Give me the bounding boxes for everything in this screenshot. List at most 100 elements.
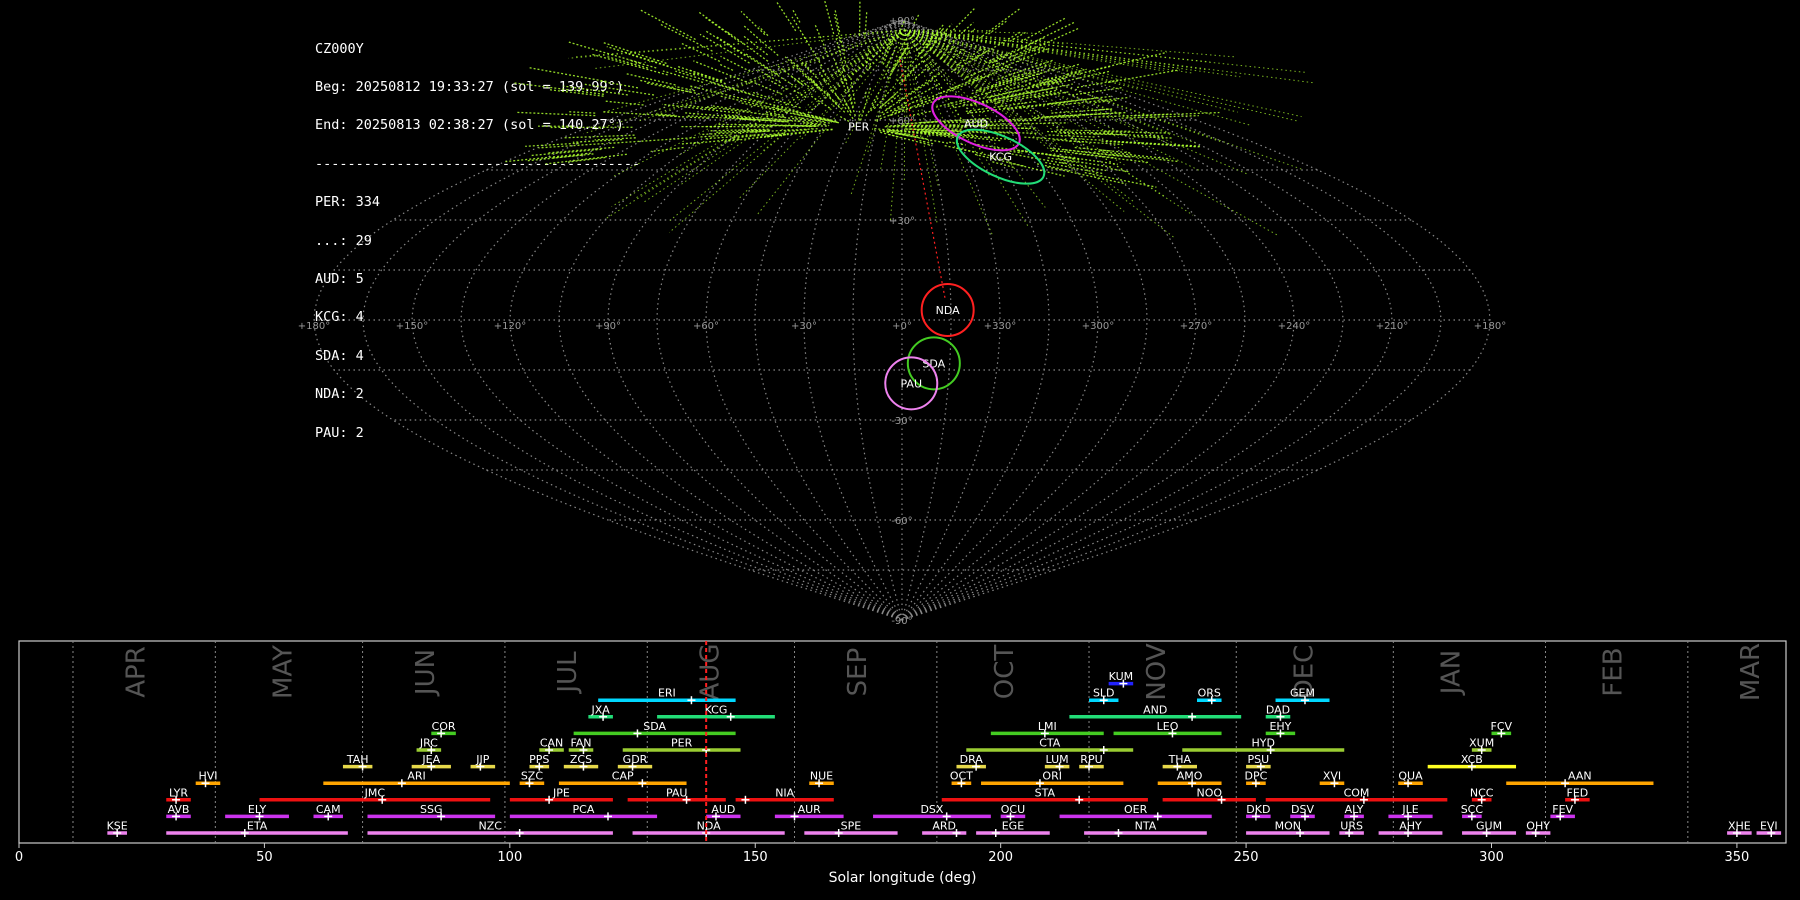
shower-label: SZC <box>521 770 544 783</box>
shower-label: SDA <box>643 720 666 733</box>
shower-aud: AUD <box>706 803 741 821</box>
shower-label: JPE <box>552 786 570 799</box>
x-tick-label: 100 <box>497 850 522 865</box>
shower-label: JJP <box>475 753 489 766</box>
shower-label: OER <box>1124 803 1148 816</box>
shower-jrc: JRC <box>416 737 442 754</box>
shower-tah: TAH <box>342 753 373 771</box>
shower-label: FAN <box>570 737 591 750</box>
shower-label: DRA <box>960 753 984 766</box>
shower-label: KCG <box>705 703 728 716</box>
shower-label: AHY <box>1399 820 1422 833</box>
shower-dkd: DKD <box>1246 803 1271 821</box>
shower-nue: NUE <box>809 770 834 788</box>
shower-ocu: OCU <box>1000 803 1026 821</box>
shower-dad: DAD <box>1265 703 1291 721</box>
shower-label: ARD <box>932 820 956 833</box>
shower-ors: ORS <box>1197 687 1222 705</box>
x-tick-label: 350 <box>1725 850 1750 865</box>
shower-label: AUR <box>798 803 822 816</box>
shower-label: NOO <box>1196 786 1222 799</box>
month-label: NOV <box>1142 643 1172 700</box>
shower-label: COR <box>432 720 456 733</box>
month-label: MAR <box>1736 643 1766 701</box>
shower-label: KSE <box>107 820 128 833</box>
shower-label: STA <box>1035 786 1056 799</box>
shower-label: SPE <box>841 820 862 833</box>
shower-label: DSX <box>920 803 943 816</box>
shower-dra: DRA <box>956 753 986 771</box>
shower-label: NIA <box>775 786 794 799</box>
shower-label: NDA <box>697 820 722 833</box>
shower-label: CAM <box>316 803 341 816</box>
shower-psu: PSU <box>1246 753 1271 771</box>
shower-label: LYR <box>169 786 188 799</box>
shower-ehy: EHY <box>1265 720 1296 738</box>
x-tick-label: 250 <box>1234 850 1259 865</box>
shower-label: SSG <box>420 803 443 816</box>
shower-label: EHY <box>1269 720 1291 733</box>
shower-ohy: OHY <box>1525 820 1551 837</box>
shower-label: KUM <box>1109 670 1133 683</box>
month-label: SEP <box>843 648 873 697</box>
x-axis-label: Solar longitude (deg) <box>829 870 977 886</box>
shower-lum: LUM <box>1044 753 1070 771</box>
shower-ncc: NCC <box>1470 786 1494 804</box>
shower-kse: KSE <box>107 820 128 837</box>
shower-label: CTA <box>1039 737 1061 750</box>
shower-hvi: HVI <box>195 770 221 788</box>
shower-label: URS <box>1340 820 1363 833</box>
shower-label: XVI <box>1323 770 1341 783</box>
shower-label: LMI <box>1038 720 1057 733</box>
shower-label: ELY <box>248 803 267 816</box>
shower-label: AVB <box>168 803 190 816</box>
shower-label: PCA <box>573 803 595 816</box>
shower-label: XCB <box>1461 753 1483 766</box>
shower-lyr: LYR <box>166 786 191 804</box>
shower-label: EVI <box>1760 820 1778 833</box>
shower-label: FCV <box>1491 720 1513 733</box>
shower-label: JMC <box>364 786 386 799</box>
shower-avb: AVB <box>166 803 191 821</box>
shower-label: NCC <box>1470 786 1494 799</box>
shower-dpc: DPC <box>1245 770 1268 788</box>
shower-label: FED <box>1567 786 1589 799</box>
shower-label: PSU <box>1248 753 1270 766</box>
shower-label: NTA <box>1135 820 1157 833</box>
shower-label: CAP <box>612 770 634 783</box>
month-label: AUG <box>696 644 726 701</box>
shower-szc: SZC <box>519 770 545 788</box>
shower-label: NUE <box>810 770 833 783</box>
shower-label: XHE <box>1728 820 1751 833</box>
shower-label: ORS <box>1198 687 1221 700</box>
shower-label: OHY <box>1526 820 1550 833</box>
month-label: JAN <box>1437 650 1467 696</box>
shower-fed: FED <box>1565 786 1590 804</box>
shower-rpu: RPU <box>1079 753 1104 771</box>
shower-xhe: XHE <box>1727 820 1752 837</box>
shower-label: DAD <box>1266 703 1290 716</box>
shower-cor: COR <box>431 720 456 738</box>
x-tick-label: 150 <box>743 850 768 865</box>
shower-label: AUD <box>711 803 735 816</box>
shower-oct: OCT <box>950 770 973 788</box>
shower-label: LUM <box>1046 753 1069 766</box>
shower-pps: PPS <box>529 753 549 771</box>
x-tick-label: 50 <box>256 850 273 865</box>
month-label: FEB <box>1599 647 1629 696</box>
shower-aly: ALY <box>1344 803 1364 821</box>
shower-scc: SCC <box>1461 803 1484 821</box>
shower-label: OCU <box>1001 803 1025 816</box>
shower-label: JRC <box>419 737 438 750</box>
month-label: JUL <box>553 651 583 695</box>
shower-can: CAN <box>539 737 564 754</box>
shower-label: DSV <box>1291 803 1314 816</box>
shower-label: SCC <box>1461 803 1484 816</box>
shower-label: LEO <box>1157 720 1179 733</box>
shower-label: PPS <box>529 753 549 766</box>
shower-gdr: GDR <box>617 753 653 771</box>
shower-label: GEM <box>1290 687 1315 700</box>
shower-label: GDR <box>623 753 648 766</box>
shower-sld: SLD <box>1089 687 1119 705</box>
x-tick-label: 200 <box>988 850 1013 865</box>
